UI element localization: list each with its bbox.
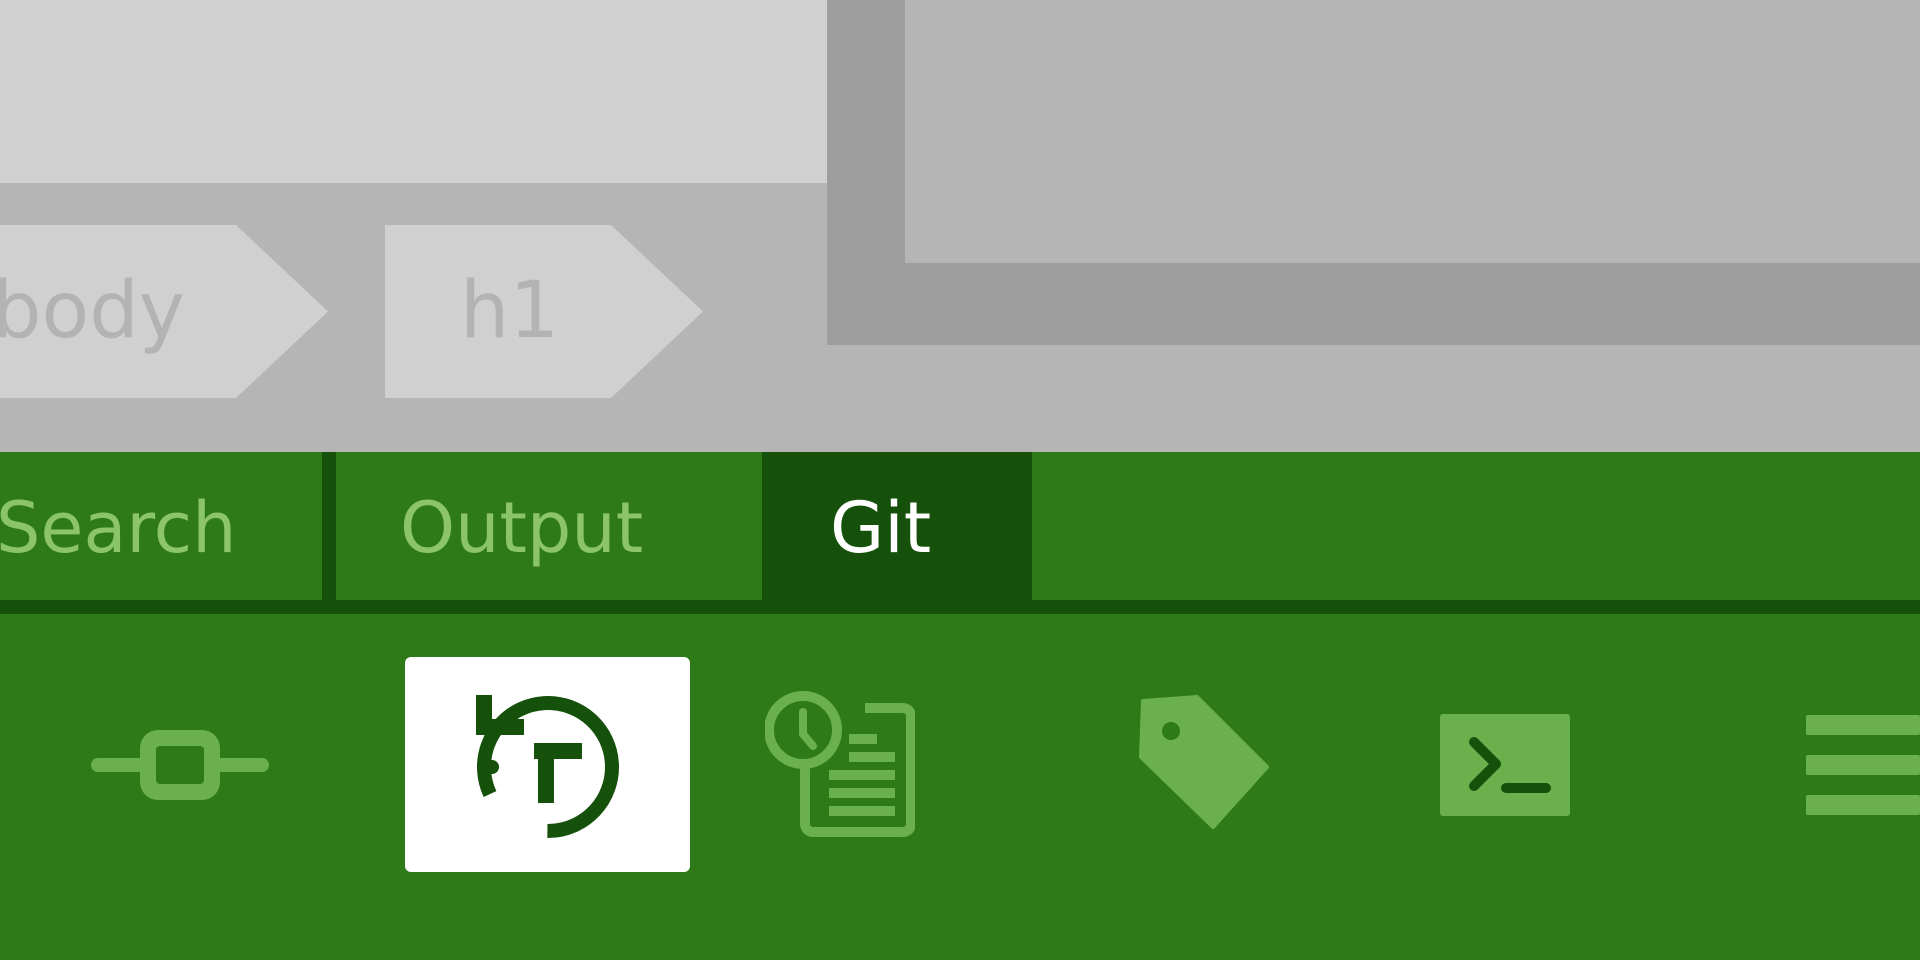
history-button[interactable] xyxy=(760,657,920,872)
history-icon xyxy=(765,689,915,837)
bottom-panel: Search Output Git xyxy=(0,452,1920,960)
breadcrumb: body h1 xyxy=(0,225,720,398)
revert-button[interactable] xyxy=(405,657,690,872)
tab-output[interactable]: Output xyxy=(336,452,762,600)
tab-label: Search xyxy=(0,487,237,569)
terminal-button[interactable] xyxy=(1438,657,1572,872)
breadcrumb-label: body xyxy=(0,266,185,356)
tag-button[interactable] xyxy=(1130,657,1280,872)
tabbar-underline xyxy=(0,600,1920,614)
revert-icon xyxy=(475,694,619,838)
tag-icon xyxy=(1139,694,1269,829)
menu-button[interactable] xyxy=(1800,657,1920,872)
panel-tabbar: Search Output Git xyxy=(0,452,1920,600)
breadcrumb-item-h1[interactable]: h1 xyxy=(385,225,703,398)
tab-label: Git xyxy=(830,487,932,569)
tab-divider xyxy=(322,452,336,600)
tab-search[interactable]: Search xyxy=(0,452,321,600)
tab-label: Output xyxy=(400,487,644,569)
preview-area xyxy=(905,0,1920,263)
tab-git[interactable]: Git xyxy=(762,452,1032,600)
breadcrumb-item-body[interactable]: body xyxy=(0,225,328,398)
terminal-icon xyxy=(1440,713,1570,816)
menu-icon xyxy=(1806,714,1920,815)
app-window: body h1 Search Output Git xyxy=(0,0,1920,960)
commit-button[interactable] xyxy=(80,657,280,872)
breadcrumb-label: h1 xyxy=(460,266,560,356)
editor-strip xyxy=(0,0,827,183)
git-commit-icon xyxy=(91,729,269,800)
